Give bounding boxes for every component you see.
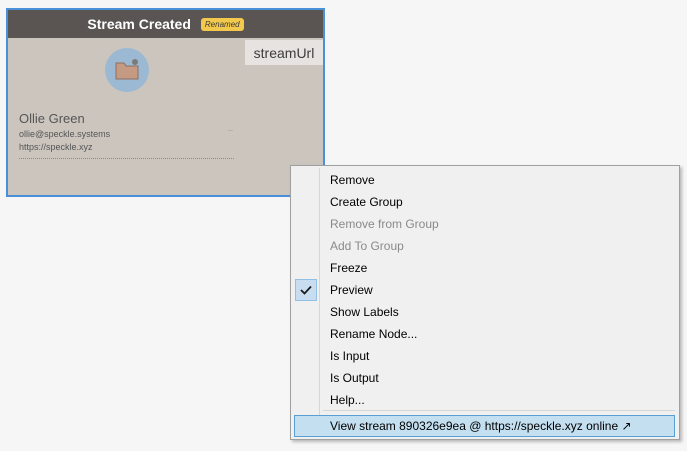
menu-item-view-stream[interactable]: View stream 890326e9ea @ https://speckle… xyxy=(294,415,675,437)
menu-item-is-input[interactable]: Is Input xyxy=(293,345,677,367)
user-name: Ollie Green xyxy=(19,111,85,126)
dotted-divider xyxy=(19,158,234,159)
folder-icon xyxy=(115,59,139,80)
menu-item-remove-from-group[interactable]: Remove from Group xyxy=(293,213,677,235)
menu-item-label: Freeze xyxy=(330,261,368,275)
renamed-badge: Renamed xyxy=(200,17,244,31)
avatar xyxy=(105,48,149,92)
menu-item-rename-node[interactable]: Rename Node... xyxy=(293,323,677,345)
menu-item-show-labels[interactable]: Show Labels xyxy=(293,301,677,323)
node-title: Stream Created xyxy=(87,16,191,32)
menu-item-label: Is Output xyxy=(330,371,379,385)
menu-item-create-group[interactable]: Create Group xyxy=(293,191,677,213)
menu-item-label: Rename Node... xyxy=(330,327,418,341)
menu-item-label: Preview xyxy=(330,283,373,297)
node-header[interactable]: Stream Created Renamed xyxy=(8,10,323,38)
menu-separator xyxy=(323,410,675,411)
menu-item-label: Create Group xyxy=(330,195,403,209)
menu-item-remove[interactable]: Remove xyxy=(293,169,677,191)
menu-item-freeze[interactable]: Freeze xyxy=(293,257,677,279)
output-port-streamurl[interactable]: streamUrl xyxy=(245,40,323,65)
checkmark-icon xyxy=(295,279,317,301)
menu-item-label: Is Input xyxy=(330,349,370,363)
menu-item-label: Show Labels xyxy=(330,305,399,319)
menu-item-label: View stream 890326e9ea @ https://speckle… xyxy=(330,419,632,433)
menu-item-label: Remove xyxy=(330,173,375,187)
menu-item-help[interactable]: Help... xyxy=(293,389,677,411)
menu-item-add-to-group[interactable]: Add To Group xyxy=(293,235,677,257)
menu-item-label: Help... xyxy=(330,393,365,407)
stream-created-node[interactable]: Stream Created Renamed streamUrl Ollie G… xyxy=(6,8,325,197)
menu-item-label: Remove from Group xyxy=(330,217,439,231)
server-url: https://speckle.xyz xyxy=(19,142,93,152)
divider-tick xyxy=(228,130,233,131)
context-menu: Remove Create Group Remove from Group Ad… xyxy=(290,165,680,440)
menu-item-label: Add To Group xyxy=(330,239,404,253)
user-email: ollie@speckle.systems xyxy=(19,129,111,139)
menu-item-preview[interactable]: Preview xyxy=(293,279,677,301)
menu-item-is-output[interactable]: Is Output xyxy=(293,367,677,389)
